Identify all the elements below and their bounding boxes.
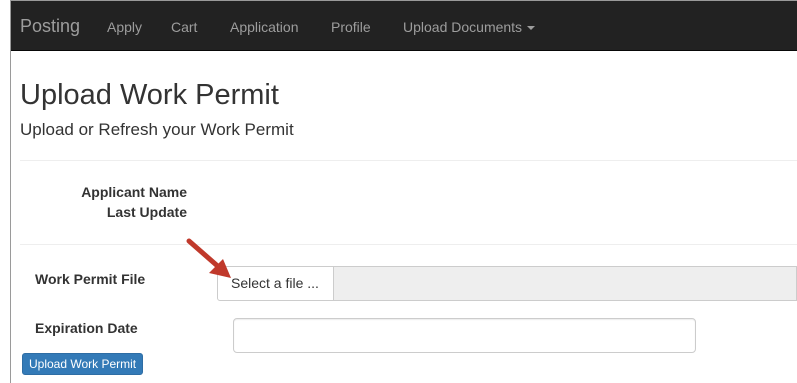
nav-item-upload-documents-label: Upload Documents — [403, 19, 523, 35]
arrow-pointer-icon — [186, 238, 231, 278]
divider-top — [20, 160, 797, 161]
top-navbar: Posting Apply Cart Application Profile U… — [11, 1, 797, 51]
nav-item-apply[interactable]: Apply — [107, 1, 142, 51]
work-permit-file-label: Work Permit File — [35, 271, 146, 287]
upload-work-permit-button[interactable]: Upload Work Permit — [22, 353, 144, 375]
divider-middle — [20, 244, 797, 245]
nav-item-application[interactable]: Application — [230, 1, 299, 51]
work-permit-file-input-group: Select a file ... — [217, 266, 797, 301]
nav-item-profile[interactable]: Profile — [331, 1, 371, 51]
applicant-name-label: Applicant Name — [81, 184, 187, 200]
nav-item-cart[interactable]: Cart — [171, 1, 197, 51]
expiration-date-input[interactable] — [233, 318, 696, 353]
navbar-brand-posting[interactable]: Posting — [20, 1, 80, 51]
page-title: Upload Work Permit — [20, 79, 279, 111]
chevron-down-icon — [527, 26, 536, 31]
nav-item-upload-documents[interactable]: Upload Documents — [403, 1, 536, 51]
page-frame: Posting Apply Cart Application Profile U… — [10, 0, 797, 383]
expiration-date-label: Expiration Date — [35, 320, 138, 336]
selected-file-display[interactable] — [334, 266, 797, 301]
page-subtitle: Upload or Refresh your Work Permit — [20, 120, 294, 139]
last-update-label: Last Update — [106, 204, 187, 220]
